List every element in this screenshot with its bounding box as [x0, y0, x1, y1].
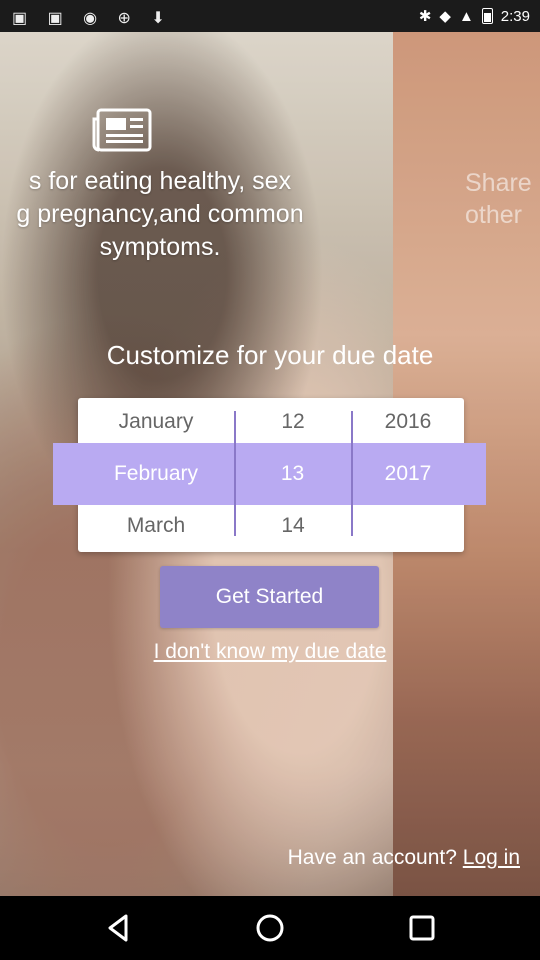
month-option[interactable]: March [78, 502, 234, 554]
signal-icon: ▲ [458, 7, 474, 25]
day-option[interactable]: 14 [234, 502, 352, 554]
recents-icon[interactable] [406, 912, 438, 944]
account-prompt-text: Have an account? [287, 846, 457, 869]
navigation-bar [0, 896, 540, 960]
login-link[interactable]: Log in [463, 846, 520, 869]
selected-month[interactable]: February [78, 443, 234, 505]
column-divider [351, 411, 353, 536]
wifi-icon: ◆ [439, 8, 451, 25]
clock: 2:39 [500, 7, 530, 25]
notification-icons: ▣ ▣ ◉ ⊕ ⬇ [12, 10, 173, 27]
slide-description: s for eating healthy, sex g pregnancy,an… [16, 167, 304, 261]
selected-year[interactable]: 2017 [352, 443, 464, 505]
news-icon [92, 108, 152, 152]
system-icons: ✱ ◆ ▲ 2:39 [418, 7, 530, 26]
get-started-button[interactable]: Get Started [160, 566, 379, 628]
unknown-due-date-link[interactable]: I don't know my due date [0, 640, 540, 664]
year-option[interactable] [352, 502, 464, 554]
home-icon[interactable] [254, 912, 286, 944]
battery-icon [481, 8, 493, 24]
back-icon[interactable] [102, 912, 134, 944]
status-bar: ▣ ▣ ◉ ⊕ ⬇ ✱ ◆ ▲ 2:39 [0, 0, 540, 32]
page-title: Customize for your due date [106, 340, 434, 370]
column-divider [234, 411, 236, 536]
selected-day[interactable]: 13 [234, 443, 351, 505]
bluetooth-icon: ✱ [418, 8, 432, 25]
next-slide-description: Share other [465, 169, 532, 229]
account-prompt-row: Have an account? Log in [288, 846, 520, 870]
